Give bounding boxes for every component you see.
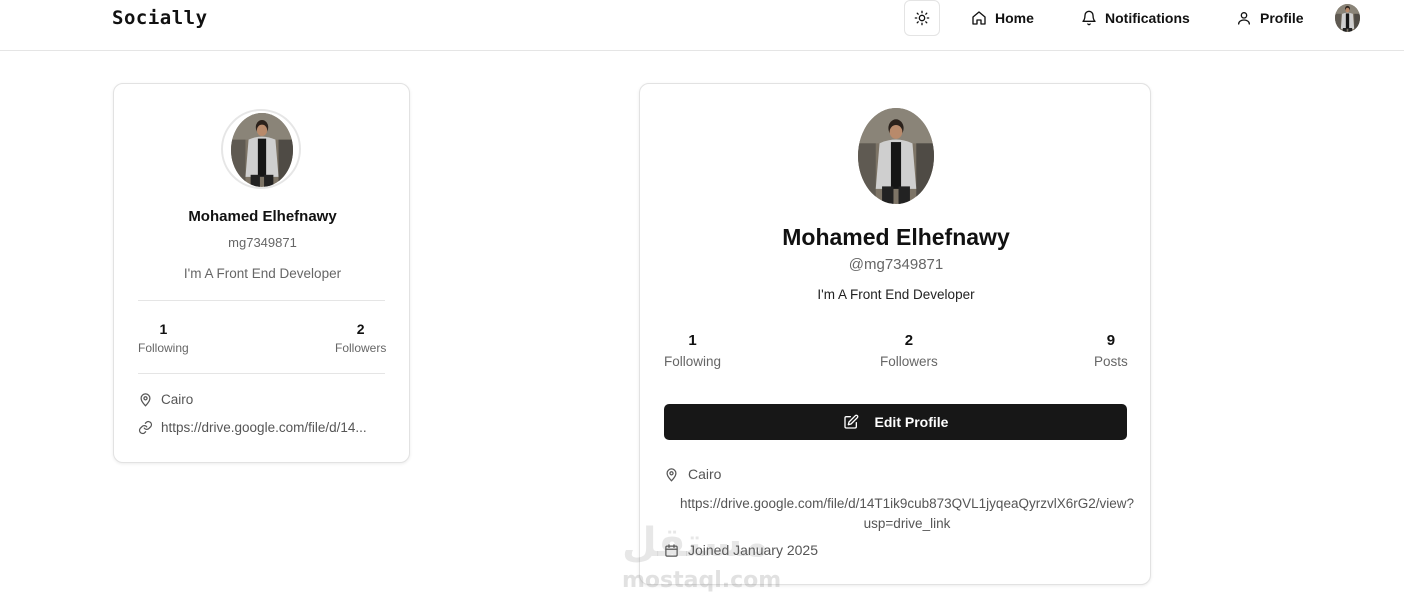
sidebar-username: mg7349871: [228, 235, 297, 250]
stat-value: 9: [1106, 332, 1116, 349]
sidebar-profile-card: Mohamed Elhefnawy mg7349871 I'm A Front …: [113, 83, 410, 463]
nav-home-link[interactable]: Home: [971, 9, 1034, 27]
map-pin-icon: [666, 467, 677, 482]
stat-value: 1: [688, 332, 697, 349]
edit-icon: [843, 414, 858, 429]
user-avatar-menu[interactable]: [1335, 4, 1360, 32]
following-stat: 1 Following: [664, 332, 721, 369]
divider: [138, 300, 385, 301]
edit-profile-button[interactable]: Edit Profile: [664, 404, 1127, 440]
followers-count: 2: [356, 321, 365, 337]
sidebar-following-stat: 1 Following: [138, 321, 189, 355]
sidebar-website[interactable]: https://drive.google.com/file/d/14...: [138, 420, 367, 435]
profile-location: Cairo: [664, 466, 721, 482]
profile-bio: I'm A Front End Developer: [817, 287, 975, 302]
sidebar-bio: I'm A Front End Developer: [183, 266, 342, 281]
posts-stat: 9 Posts: [1094, 332, 1128, 369]
website-line-2[interactable]: usp=drive_link: [664, 514, 1150, 534]
user-icon: [1238, 12, 1250, 25]
home-icon: [972, 11, 986, 25]
brand-logo[interactable]: Socially: [112, 7, 208, 29]
calendar-icon: [665, 543, 678, 557]
nav-profile-link[interactable]: Profile: [1236, 9, 1304, 27]
sidebar-display-name[interactable]: Mohamed Elhefnawy: [114, 208, 411, 225]
sidebar-avatar[interactable]: [221, 109, 301, 189]
sun-icon: [914, 10, 930, 26]
map-pin-icon: [140, 393, 151, 407]
followers-label: Followers: [335, 341, 387, 355]
stat-label: Following: [664, 354, 722, 369]
profile-username: @mg7349871: [848, 256, 944, 273]
divider: [138, 373, 385, 374]
avatar-photo: [231, 113, 293, 187]
website-link-text[interactable]: https://drive.google.com/file/d/14...: [161, 420, 367, 435]
bell-icon: [1082, 10, 1096, 26]
sidebar-location: Cairo: [138, 392, 193, 407]
stat-label: Posts: [1094, 354, 1128, 369]
stat-value: 2: [904, 332, 914, 349]
profile-joined-date: Joined January 2025: [664, 542, 818, 558]
location-text: Cairo: [161, 392, 194, 407]
following-count: 1: [159, 321, 168, 337]
profile-display-name: Mohamed Elhefnawy: [782, 224, 1010, 250]
website-line-1[interactable]: https://drive.google.com/file/d/14T1ik9c…: [664, 494, 1150, 514]
nav-notifications-link[interactable]: Notifications: [1081, 9, 1190, 27]
nav-notifications-label: Notifications: [1105, 10, 1190, 26]
joined-text: Joined January 2025: [688, 542, 818, 558]
profile-card: Mohamed Elhefnawy @mg7349871 I'm A Front…: [639, 83, 1151, 585]
location-text: Cairo: [688, 466, 722, 482]
stat-label: Followers: [880, 354, 938, 369]
sidebar-followers-stat: 2 Followers: [335, 321, 386, 355]
nav-home-label: Home: [995, 10, 1034, 26]
profile-website-link[interactable]: https://drive.google.com/file/d/14T1ik9c…: [664, 494, 1150, 534]
followers-stat: 2 Followers: [880, 332, 938, 369]
profile-avatar: [858, 108, 934, 204]
avatar-photo: [858, 108, 934, 204]
edit-profile-label: Edit Profile: [874, 414, 949, 430]
top-navbar: Socially Home Notifications Profile: [0, 0, 1404, 51]
link-icon: [138, 420, 153, 435]
avatar-photo: [1335, 4, 1360, 32]
following-label: Following: [138, 341, 189, 355]
theme-toggle-button[interactable]: [904, 0, 940, 36]
nav-profile-label: Profile: [1260, 10, 1304, 26]
